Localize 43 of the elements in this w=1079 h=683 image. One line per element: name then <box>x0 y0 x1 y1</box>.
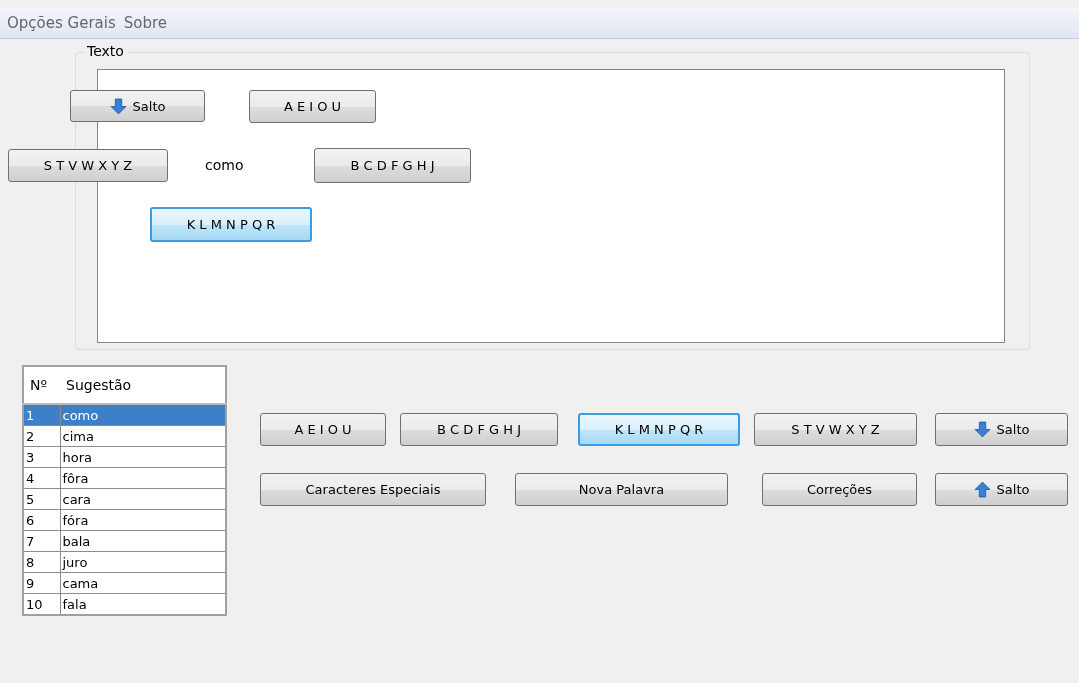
table-row[interactable]: 1 como <box>23 404 226 426</box>
key-button[interactable]: S T V W X Y Z <box>754 413 917 446</box>
key-button[interactable]: K L M N P Q R <box>578 413 740 446</box>
column-header[interactable]: Sugestão <box>60 366 226 404</box>
word-text: como <box>205 157 244 173</box>
up-arrow-icon <box>973 481 991 498</box>
menu-item[interactable]: Opções Gerais <box>7 14 116 32</box>
table-row[interactable]: 8 juro <box>23 551 226 573</box>
table-cell: 5 <box>23 488 60 510</box>
table-cell: 1 <box>23 404 60 426</box>
table-row[interactable]: 6 fóra <box>23 509 226 531</box>
key-button[interactable]: B C D F G H J <box>314 148 471 183</box>
group-title: Texto <box>84 43 127 59</box>
column-header[interactable]: Nº <box>23 366 60 404</box>
down-arrow-icon <box>109 97 127 115</box>
table-row[interactable]: 2 cima <box>23 425 226 447</box>
table-row[interactable]: 10 fala <box>23 593 226 615</box>
action-button[interactable]: Caracteres Especiais <box>260 473 486 506</box>
table-row[interactable]: 4 fôra <box>23 467 226 489</box>
table-cell: 9 <box>23 572 60 594</box>
table-cell: como <box>60 404 226 426</box>
salto-button[interactable]: Salto <box>935 413 1068 446</box>
action-button[interactable]: Correções <box>762 473 917 506</box>
key-button[interactable]: S T V W X Y Z <box>8 149 168 182</box>
key-button[interactable]: A E I O U <box>249 90 376 123</box>
key-button[interactable]: A E I O U <box>260 413 386 446</box>
table-cell: 2 <box>23 425 60 447</box>
table-cell: 3 <box>23 446 60 468</box>
table-cell: 4 <box>23 467 60 489</box>
table-cell: 7 <box>23 530 60 552</box>
table-cell: 8 <box>23 551 60 573</box>
down-arrow-icon <box>973 421 991 438</box>
menu-item[interactable]: Sobre <box>123 14 168 32</box>
salto-button[interactable]: Salto <box>70 90 205 122</box>
table-row[interactable]: 9 cama <box>23 572 226 594</box>
table-cell: 6 <box>23 509 60 531</box>
table-row[interactable]: 5 cara <box>23 488 226 510</box>
salto-button[interactable]: Salto <box>935 473 1068 506</box>
key-button[interactable]: K L M N P Q R <box>150 207 312 242</box>
key-button[interactable]: B C D F G H J <box>400 413 558 446</box>
action-button[interactable]: Nova Palavra <box>515 473 728 506</box>
table-row[interactable]: 7 bala <box>23 530 226 552</box>
table-row[interactable]: 3 hora <box>23 446 226 468</box>
